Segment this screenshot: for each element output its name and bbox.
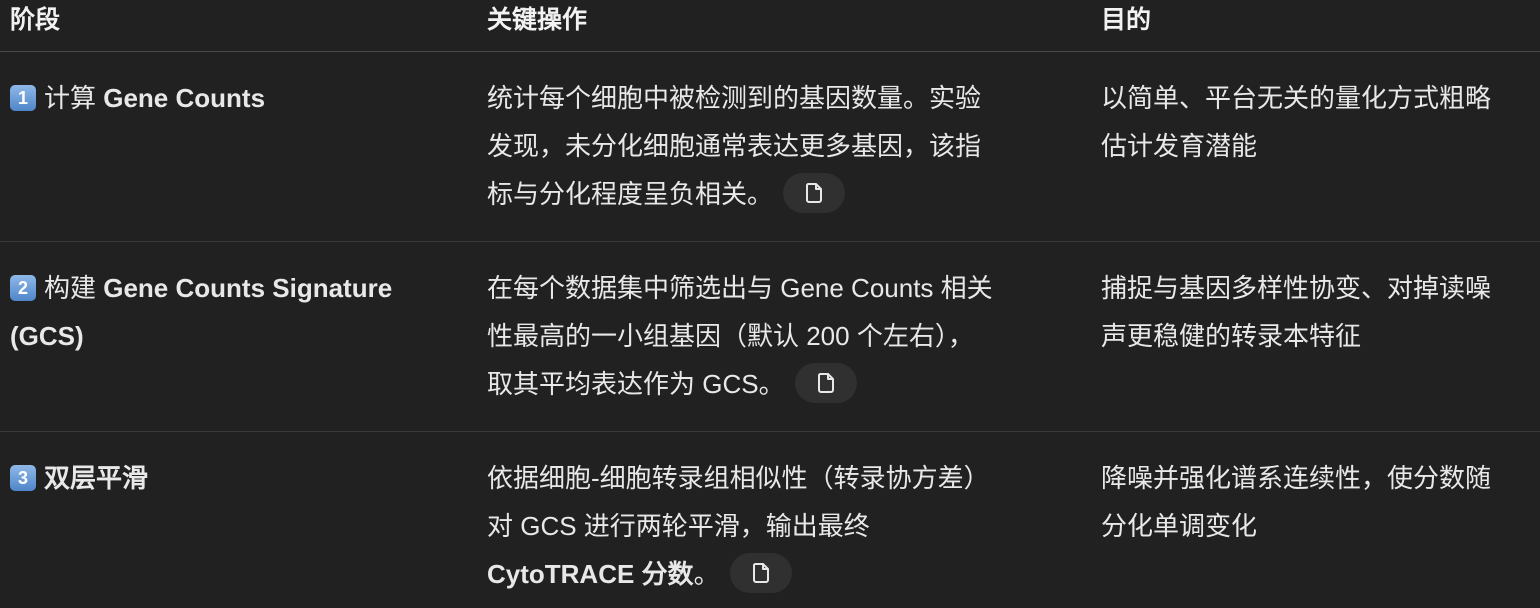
stage-prefix: 计算 bbox=[44, 83, 104, 113]
table-header-row: 阶段 关键操作 目的 bbox=[0, 0, 1540, 52]
stage-name: Gene Counts Signature bbox=[103, 273, 393, 303]
number-1-badge-icon: 1 bbox=[10, 85, 36, 111]
stage-cell: 3 双层平滑 bbox=[10, 454, 450, 502]
purpose-cell: 以简单、平台无关的量化方式粗略 估计发育潜能 bbox=[1101, 74, 1531, 170]
purpose-line: 声更稳健的转录本特征 bbox=[1101, 321, 1362, 351]
action-line: 标与分化程度呈负相关。 bbox=[487, 179, 774, 209]
action-line-last: 标与分化程度呈负相关。 bbox=[487, 170, 1047, 218]
document-icon bbox=[806, 183, 823, 203]
purpose-cell: 捕捉与基因多样性协变、对掉读噪 声更稳健的转录本特征 bbox=[1101, 264, 1531, 360]
action-line: 对 GCS 进行两轮平滑，输出最终 bbox=[487, 511, 870, 541]
stage-name: 双层平滑 bbox=[44, 463, 149, 493]
citation-button[interactable] bbox=[729, 553, 792, 593]
number-2-badge-icon: 2 bbox=[10, 275, 36, 301]
action-line: 取其平均表达作为 GCS。 bbox=[487, 369, 785, 399]
action-cell: 统计每个细胞中被检测到的基因数量。实验 发现，未分化细胞通常表达更多基因，该指 … bbox=[487, 74, 1047, 218]
action-line: 在每个数据集中筛选出与 Gene Counts 相关 bbox=[487, 273, 993, 303]
table-row: 3 双层平滑 依据细胞-细胞转录组相似性（转录协方差） 对 GCS 进行两轮平滑，… bbox=[0, 432, 1540, 608]
action-line-bold: CytoTRACE 分数 bbox=[487, 559, 694, 589]
stage-suffix: (GCS) bbox=[10, 321, 84, 351]
stage-name: Gene Counts bbox=[103, 83, 266, 113]
comparison-table: 阶段 关键操作 目的 1 计算 Gene Counts 统计每个细胞中被检测到的基… bbox=[0, 0, 1540, 608]
purpose-line: 捕捉与基因多样性协变、对掉读噪 bbox=[1101, 273, 1492, 303]
purpose-cell: 降噪并强化谱系连续性，使分数随 分化单调变化 bbox=[1101, 454, 1531, 550]
action-line-tail: 。 bbox=[693, 559, 720, 589]
action-line-last: CytoTRACE 分数。 bbox=[487, 550, 1047, 598]
stage-cell: 2 构建 Gene Counts Signature (GCS) bbox=[10, 264, 450, 360]
document-icon bbox=[817, 373, 834, 393]
purpose-line: 降噪并强化谱系连续性，使分数随 bbox=[1101, 463, 1492, 493]
purpose-line: 以简单、平台无关的量化方式粗略 bbox=[1101, 83, 1492, 113]
header-stage: 阶段 bbox=[10, 6, 61, 34]
stage-prefix: 构建 bbox=[44, 273, 104, 303]
table-row: 1 计算 Gene Counts 统计每个细胞中被检测到的基因数量。实验 发现，未… bbox=[0, 52, 1540, 242]
action-line-last: 取其平均表达作为 GCS。 bbox=[487, 360, 1047, 408]
header-purpose: 目的 bbox=[1101, 6, 1152, 34]
action-line: 性最高的一小组基因（默认 200 个左右）， bbox=[487, 321, 974, 351]
purpose-line: 分化单调变化 bbox=[1101, 511, 1258, 541]
action-cell: 依据细胞-细胞转录组相似性（转录协方差） 对 GCS 进行两轮平滑，输出最终 C… bbox=[487, 454, 1047, 598]
action-line: 发现，未分化细胞通常表达更多基因，该指 bbox=[487, 131, 982, 161]
stage-cell: 1 计算 Gene Counts bbox=[10, 74, 450, 122]
table-row: 2 构建 Gene Counts Signature (GCS) 在每个数据集中筛… bbox=[0, 242, 1540, 432]
citation-button[interactable] bbox=[794, 363, 857, 403]
action-line: 统计每个细胞中被检测到的基因数量。实验 bbox=[487, 83, 982, 113]
action-line: 依据细胞-细胞转录组相似性（转录协方差） bbox=[487, 463, 990, 493]
purpose-line: 估计发育潜能 bbox=[1101, 131, 1258, 161]
number-3-badge-icon: 3 bbox=[10, 465, 36, 491]
header-action: 关键操作 bbox=[487, 6, 588, 34]
action-cell: 在每个数据集中筛选出与 Gene Counts 相关 性最高的一小组基因（默认 … bbox=[487, 264, 1047, 408]
citation-button[interactable] bbox=[783, 173, 846, 213]
document-icon bbox=[752, 563, 769, 583]
